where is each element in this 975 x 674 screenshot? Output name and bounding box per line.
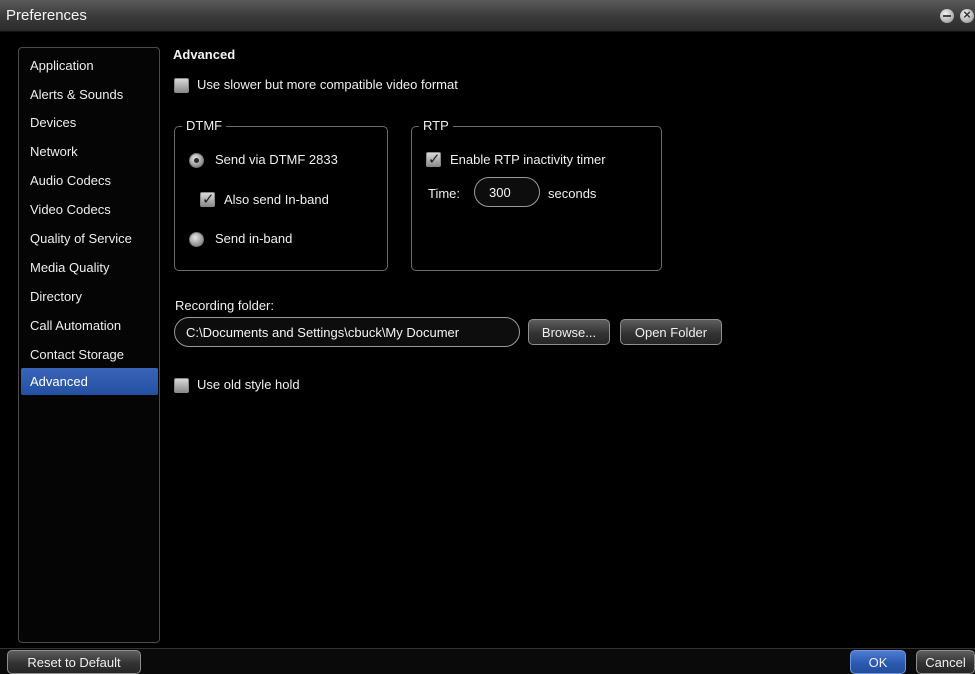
slower-video-checkbox[interactable] (174, 78, 189, 93)
minimize-icon[interactable] (940, 9, 954, 23)
sidebar-item-audio-codecs[interactable]: Audio Codecs (21, 167, 158, 194)
also-send-inband-checkbox[interactable] (200, 190, 215, 208)
sidebar-item-call-automation[interactable]: Call Automation (21, 312, 158, 339)
browse-button[interactable]: Browse... (528, 319, 610, 345)
sidebar-item-media-quality[interactable]: Media Quality (21, 254, 158, 281)
recording-folder-input[interactable]: C:\Documents and Settings\cbuck\My Docum… (174, 317, 520, 347)
old-style-hold-checkbox[interactable] (174, 378, 189, 393)
also-send-inband-label: Also send In-band (224, 192, 329, 207)
section-title: Advanced (173, 47, 236, 62)
send-dtmf-2833-radio[interactable] (189, 153, 204, 168)
rtp-inactivity-label: Enable RTP inactivity timer (450, 152, 606, 167)
rtp-inactivity-checkbox[interactable] (426, 150, 441, 168)
sidebar-item-directory[interactable]: Directory (21, 283, 158, 310)
sidebar-item-contact-storage[interactable]: Contact Storage (21, 341, 158, 368)
recording-folder-label: Recording folder: (175, 298, 274, 313)
reset-to-default-button[interactable]: Reset to Default (7, 650, 141, 674)
send-inband-radio[interactable] (189, 232, 204, 247)
sidebar-item-devices[interactable]: Devices (21, 109, 158, 136)
ok-button[interactable]: OK (850, 650, 906, 674)
close-icon[interactable] (960, 7, 974, 23)
sidebar-item-advanced[interactable]: Advanced (21, 368, 158, 395)
dtmf-legend: DTMF (182, 118, 227, 133)
seconds-label: seconds (548, 186, 597, 201)
time-label: Time: (428, 186, 461, 201)
footer-bar (0, 648, 975, 674)
sidebar-item-quality-of-service[interactable]: Quality of Service (21, 225, 158, 252)
old-style-hold-label: Use old style hold (197, 377, 300, 392)
sidebar-item-video-codecs[interactable]: Video Codecs (21, 196, 158, 223)
open-folder-button[interactable]: Open Folder (620, 319, 722, 345)
cancel-button[interactable]: Cancel (916, 650, 975, 674)
sidebar-item-network[interactable]: Network (21, 138, 158, 165)
sidebar-item-application[interactable]: Application (21, 52, 158, 79)
send-dtmf-2833-label: Send via DTMF 2833 (215, 152, 338, 167)
category-sidebar: Application Alerts & Sounds Devices Netw… (18, 47, 160, 643)
slower-video-label: Use slower but more compatible video for… (197, 77, 458, 92)
time-input[interactable]: 300 (474, 177, 540, 207)
sidebar-item-alerts-sounds[interactable]: Alerts & Sounds (21, 81, 158, 108)
window-title: Preferences (6, 7, 87, 24)
send-inband-label: Send in-band (215, 231, 293, 246)
rtp-legend: RTP (419, 118, 453, 133)
title-bar: Preferences (0, 0, 975, 32)
